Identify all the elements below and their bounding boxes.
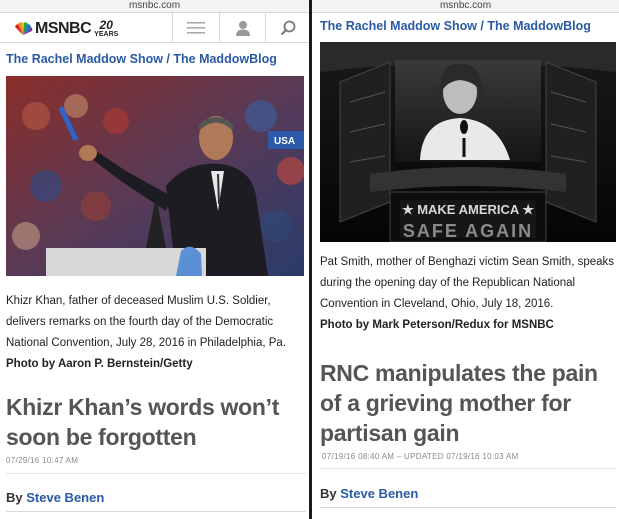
- divider: [6, 473, 306, 474]
- breadcrumb[interactable]: The Rachel Maddow Show / The MaddowBlog: [320, 19, 591, 33]
- search-button[interactable]: [265, 13, 309, 43]
- byline-prefix: By: [320, 486, 337, 501]
- menu-icon: [186, 22, 205, 34]
- breadcrumb[interactable]: The Rachel Maddow Show / The MaddowBlog: [6, 52, 277, 66]
- author-link[interactable]: Steve Benen: [26, 490, 104, 505]
- caption-text: Khizr Khan, father of deceased Muslim U.…: [6, 295, 287, 349]
- url-text: msnbc.com: [439, 0, 492, 11]
- search-icon: [280, 20, 295, 36]
- article-timestamp: 07/29/16 10:47 AM: [6, 456, 79, 465]
- url-bar[interactable]: msnbc.com: [0, 0, 309, 13]
- logo-wordmark: MSNBC: [35, 20, 92, 37]
- caption-text: Pat Smith, mother of Benghazi victim Sea…: [320, 256, 615, 310]
- byline: By Steve Benen: [320, 486, 418, 501]
- divider: [320, 507, 616, 508]
- right-screenshot: msnbc.com The Rachel Maddow Show / The M…: [312, 0, 619, 519]
- site-header: MSNBC 20 YEARS: [0, 13, 309, 43]
- article-photo: USA: [6, 76, 304, 276]
- badge-number: 20: [99, 18, 113, 32]
- anniversary-badge: 20 YEARS: [94, 18, 119, 38]
- url-text: msnbc.com: [128, 0, 181, 11]
- svg-text:USA: USA: [274, 136, 295, 147]
- menu-button[interactable]: [172, 13, 218, 43]
- photo-caption: Khizr Khan, father of deceased Muslim U.…: [6, 291, 306, 375]
- photo-credit: Photo by Mark Peterson/Redux for MSNBC: [320, 319, 554, 331]
- article-timestamp: 07/19/16 08:40 AM – UPDATED 07/19/16 10:…: [322, 452, 519, 461]
- article-photo: ★ MAKE AMERICA ★ SAFE AGAIN: [320, 42, 616, 242]
- photo-caption: Pat Smith, mother of Benghazi victim Sea…: [320, 252, 616, 336]
- photo-credit: Photo by Aaron P. Bernstein/Getty: [6, 358, 193, 370]
- byline: By Steve Benen: [6, 490, 104, 505]
- url-bar[interactable]: msnbc.com: [312, 0, 619, 13]
- left-screenshot: msnbc.com MSNBC 20 YEARS The Rachel Madd…: [0, 0, 309, 519]
- author-link[interactable]: Steve Benen: [340, 486, 418, 501]
- article-headline: RNC manipulates the pain of a grieving m…: [320, 360, 598, 446]
- profile-icon: [235, 21, 250, 36]
- pat-smith-photo: ★ MAKE AMERICA ★ SAFE AGAIN: [320, 42, 616, 242]
- sign-text-line1: ★ MAKE AMERICA ★: [402, 202, 534, 217]
- khizr-khan-photo: USA: [6, 76, 304, 276]
- badge-word: YEARS: [94, 31, 119, 38]
- article-headline: Khizr Khan’s words won’t soon be forgott…: [6, 394, 280, 450]
- profile-button[interactable]: [219, 13, 265, 43]
- byline-prefix: By: [6, 490, 23, 505]
- sign-text-line2: SAFE AGAIN: [403, 221, 533, 241]
- msnbc-logo[interactable]: MSNBC 20 YEARS: [13, 18, 118, 40]
- divider: [6, 511, 306, 512]
- peacock-icon: [15, 22, 33, 35]
- divider: [320, 468, 616, 469]
